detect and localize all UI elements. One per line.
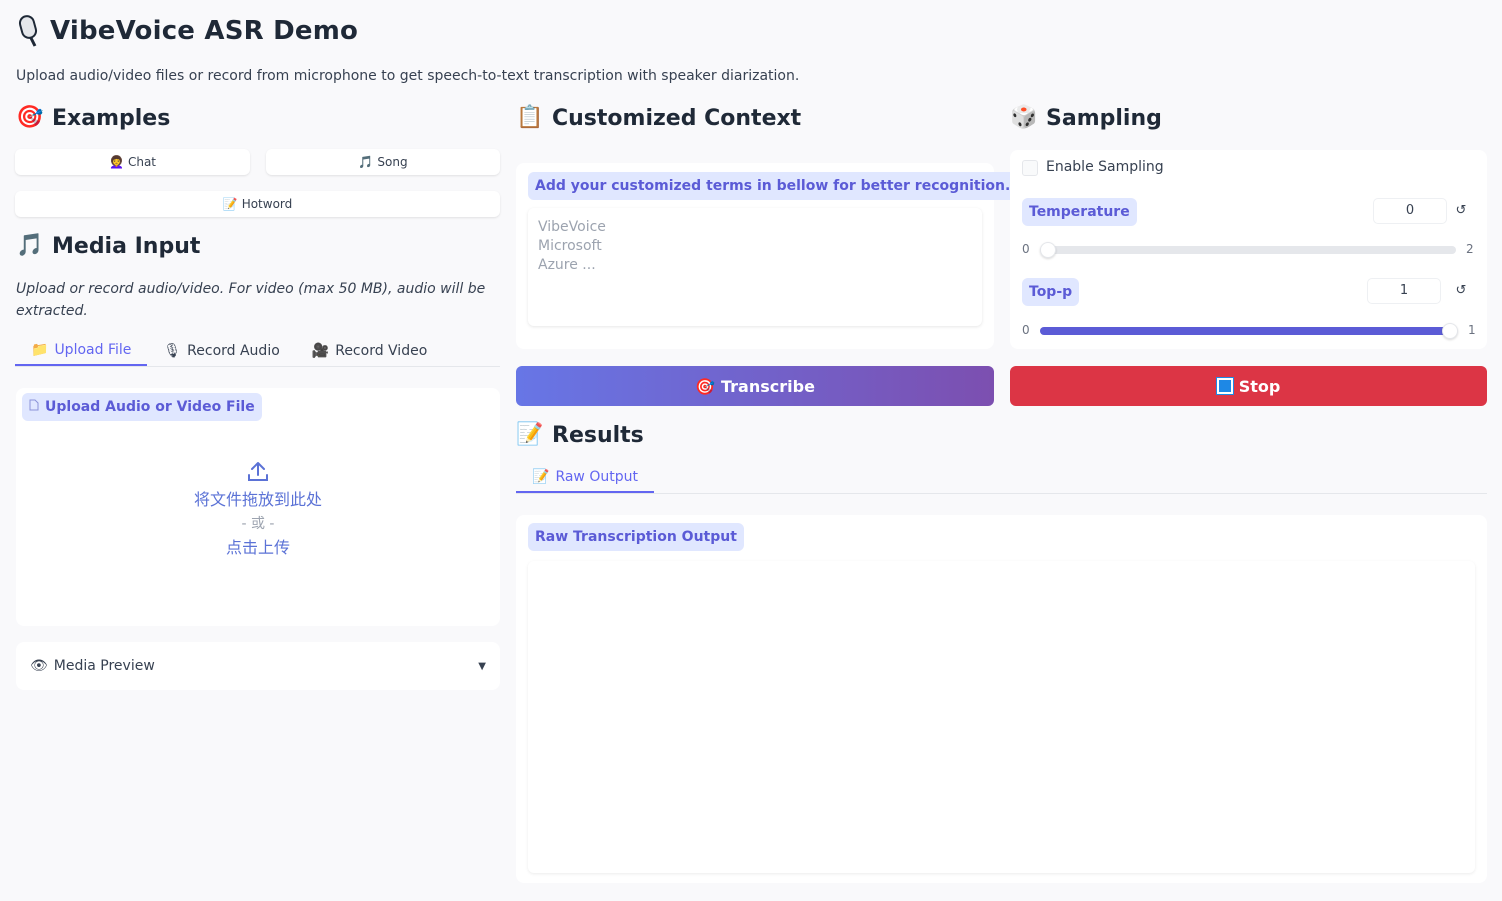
raw-output-label: Raw Transcription Output <box>528 523 744 551</box>
temperature-label: Temperature <box>1022 198 1137 226</box>
examples-title: Examples <box>52 105 171 131</box>
media-input-heading: 🎵 Media Input <box>16 232 200 260</box>
tab-record-video-label: Record Video <box>335 343 428 359</box>
page-title: VibeVoice ASR Demo <box>50 16 359 46</box>
tab-raw-output-label: Raw Output <box>555 469 638 485</box>
microphone-icon <box>16 14 42 48</box>
top-p-input[interactable]: 1 <box>1368 279 1440 303</box>
file-dropzone[interactable]: Upload Audio or Video File 将文件拖放到此处 - 或 … <box>16 388 500 626</box>
app-header: VibeVoice ASR Demo <box>16 14 358 48</box>
tab-upload-file-label: Upload File <box>54 342 132 358</box>
sampling-heading: 🎲 Sampling <box>1010 104 1162 132</box>
transcribe-label: Transcribe <box>721 376 815 396</box>
context-heading: 📋 Customized Context <box>516 104 801 132</box>
folder-icon: 📁 <box>31 342 49 358</box>
music-notes-icon: 🎵 <box>16 233 44 258</box>
temperature-max: 2 <box>1466 242 1474 256</box>
chevron-down-icon: ▼ <box>478 660 486 672</box>
context-textarea[interactable]: VibeVoice Microsoft Azure ... <box>528 208 982 326</box>
results-heading: 📝 Results <box>516 421 644 449</box>
target-icon: 🎯 <box>16 105 44 130</box>
or-text: - 或 - <box>241 516 275 532</box>
example-song-label: Song <box>377 155 408 169</box>
top-p-label: Top-p <box>1022 278 1080 306</box>
example-hotword-button[interactable]: 📝 Hotword <box>15 191 500 217</box>
video-camera-icon: 🎥 <box>311 343 330 359</box>
media-input-title: Media Input <box>52 233 201 259</box>
clipboard-icon: 📋 <box>516 105 544 130</box>
top-p-slider-thumb[interactable] <box>1442 323 1458 339</box>
example-song-button[interactable]: 🎵 Song <box>266 149 500 175</box>
enable-sampling-label: Enable Sampling <box>1046 159 1164 175</box>
microphone-icon: 🎙 <box>163 343 182 359</box>
context-label-badge: Add your customized terms in bellow for … <box>528 172 1018 200</box>
temperature-slider[interactable] <box>1040 242 1456 258</box>
tab-raw-output[interactable]: 📝 Raw Output <box>516 463 654 493</box>
top-p-min: 0 <box>1022 323 1030 337</box>
upload-label-badge: Upload Audio or Video File <box>22 393 262 421</box>
stop-label: Stop <box>1238 376 1281 396</box>
top-p-slider-fill <box>1040 327 1450 335</box>
memo-icon: 📝 <box>222 197 238 211</box>
top-p-max: 1 <box>1468 323 1476 337</box>
tab-upload-file[interactable]: 📁 Upload File <box>15 336 148 366</box>
stop-button[interactable]: Stop <box>1010 366 1487 406</box>
enable-sampling-checkbox[interactable] <box>1022 160 1038 176</box>
results-tabs: 📝 Raw Output <box>516 463 1487 494</box>
tab-record-video[interactable]: 🎥 Record Video <box>296 336 443 366</box>
raw-output-textarea[interactable] <box>528 561 1475 873</box>
music-note-icon: 🎵 <box>358 155 374 169</box>
tab-record-audio[interactable]: 🎙 Record Audio <box>147 336 295 366</box>
click-to-upload-text[interactable]: 点击上传 <box>16 536 500 560</box>
dropzone-prompt[interactable]: 将文件拖放到此处 - 或 - 点击上传 <box>16 448 500 560</box>
memo-icon: 📝 <box>516 422 544 447</box>
target-icon: 🎯 <box>695 376 715 396</box>
upload-icon <box>16 448 500 488</box>
top-p-slider[interactable] <box>1040 323 1458 339</box>
upload-label-text: Upload Audio or Video File <box>45 399 255 415</box>
media-input-tabs: 📁 Upload File 🎙 Record Audio 🎥 Record Vi… <box>15 336 500 367</box>
temperature-reset-icon[interactable]: ↺ <box>1450 199 1472 223</box>
media-preview-label: Media Preview <box>53 658 155 674</box>
example-chat-label: Chat <box>127 155 156 169</box>
person-icon: 👩‍🦱 <box>109 155 124 169</box>
temperature-min: 0 <box>1022 242 1030 256</box>
sampling-title: Sampling <box>1046 105 1162 131</box>
stop-icon <box>1215 377 1234 395</box>
memo-icon: 📝 <box>532 469 550 485</box>
dice-icon: 🎲 <box>1010 105 1038 130</box>
temperature-slider-thumb[interactable] <box>1040 242 1056 258</box>
example-chat-button[interactable]: 👩‍🦱 Chat <box>15 149 250 175</box>
page-subtitle: Upload audio/video files or record from … <box>16 68 800 84</box>
top-p-reset-icon[interactable]: ↺ <box>1450 279 1472 303</box>
drop-text: 将文件拖放到此处 <box>193 490 322 509</box>
transcribe-button[interactable]: 🎯 Transcribe <box>516 366 994 406</box>
temperature-input[interactable]: 0 <box>1374 199 1446 223</box>
eye-icon: 👁 <box>30 658 48 674</box>
tab-record-audio-label: Record Audio <box>187 343 280 359</box>
file-icon <box>29 393 39 421</box>
media-preview-accordion[interactable]: 👁 Media Preview ▼ <box>16 642 500 690</box>
example-hotword-label: Hotword <box>241 197 293 211</box>
context-title: Customized Context <box>552 105 802 131</box>
media-input-hint: Upload or record audio/video. For video … <box>16 281 486 319</box>
results-title: Results <box>552 422 644 448</box>
examples-heading: 🎯 Examples <box>16 104 170 132</box>
